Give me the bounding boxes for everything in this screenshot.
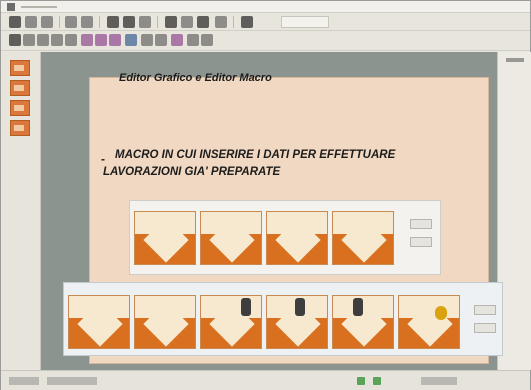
- status-field: [47, 377, 97, 385]
- macro-run-icon[interactable]: [95, 34, 107, 46]
- machining-sequence-strip: [63, 282, 503, 356]
- help-icon[interactable]: [241, 16, 253, 28]
- slide-thumbnail-panel: [1, 52, 41, 370]
- machining-step-image: [266, 295, 328, 349]
- macro-icon[interactable]: [81, 34, 93, 46]
- title-bar: [1, 1, 530, 13]
- machining-step-image: [68, 295, 130, 349]
- slide-title[interactable]: Editor Grafico e Editor Macro: [119, 72, 272, 84]
- arrange-icon[interactable]: [201, 34, 213, 46]
- macro-preview-strip: [129, 200, 441, 275]
- slide-thumbnail[interactable]: [10, 60, 30, 76]
- color-icon[interactable]: [171, 34, 183, 46]
- machining-step-image: [398, 295, 460, 349]
- save-icon[interactable]: [41, 16, 53, 28]
- slide-thumbnail[interactable]: [10, 120, 30, 136]
- view-sorter-icon[interactable]: [373, 377, 381, 385]
- slide-thumbnail[interactable]: [10, 100, 30, 116]
- slide-thumbnail[interactable]: [10, 80, 30, 96]
- cut-icon[interactable]: [65, 16, 77, 28]
- circle-icon[interactable]: [65, 34, 77, 46]
- strip-button[interactable]: [410, 219, 432, 229]
- zoom-level[interactable]: [421, 377, 457, 385]
- machining-step-image: [134, 295, 196, 349]
- zoom-icon[interactable]: [139, 16, 151, 28]
- toolbar-field[interactable]: [281, 16, 329, 28]
- body-text-line[interactable]: MACRO IN CUI INSERIRE I DATI PER EFFETTU…: [115, 149, 395, 161]
- view-icon[interactable]: [181, 16, 193, 28]
- undo-icon[interactable]: [107, 16, 119, 28]
- machining-step-image: [134, 211, 196, 265]
- draw-icon[interactable]: [9, 34, 21, 46]
- main-toolbar: [1, 13, 530, 31]
- app-window: Editor Grafico e Editor Macro - MACRO IN…: [0, 0, 531, 390]
- text-icon[interactable]: [125, 34, 137, 46]
- macro-edit-icon[interactable]: [109, 34, 121, 46]
- toolbar-separator: [99, 16, 100, 28]
- strip-button[interactable]: [474, 305, 496, 315]
- app-icon: [7, 3, 15, 11]
- toolbar-separator: [59, 16, 60, 28]
- border-icon[interactable]: [187, 34, 199, 46]
- machining-step-image: [266, 211, 328, 265]
- copy-icon[interactable]: [81, 16, 93, 28]
- machining-step-image: [332, 295, 394, 349]
- strip-button[interactable]: [474, 323, 496, 333]
- machining-step-image: [200, 295, 262, 349]
- layout-icon[interactable]: [197, 16, 209, 28]
- select-icon[interactable]: [23, 34, 35, 46]
- toolbar-separator: [157, 16, 158, 28]
- fill-icon[interactable]: [155, 34, 167, 46]
- rectangle-icon[interactable]: [51, 34, 63, 46]
- new-icon[interactable]: [9, 16, 21, 28]
- strip-button[interactable]: [410, 237, 432, 247]
- line-icon[interactable]: [37, 34, 49, 46]
- align-icon[interactable]: [141, 34, 153, 46]
- settings-icon[interactable]: [215, 16, 227, 28]
- grid-icon[interactable]: [165, 16, 177, 28]
- toolbar-separator: [233, 16, 234, 28]
- open-icon[interactable]: [25, 16, 37, 28]
- machining-step-image: [332, 211, 394, 265]
- status-bar: [1, 370, 530, 390]
- bullet-marker: -: [101, 152, 105, 166]
- format-toolbar: [1, 31, 530, 51]
- title-bar-text: [21, 6, 57, 8]
- status-field: [9, 377, 39, 385]
- view-normal-icon[interactable]: [357, 377, 365, 385]
- body-text-line[interactable]: LAVORAZIONI GIA' PREPARATE: [103, 166, 280, 178]
- redo-icon[interactable]: [123, 16, 135, 28]
- machining-step-image: [200, 211, 262, 265]
- task-pane-handle[interactable]: [506, 58, 524, 62]
